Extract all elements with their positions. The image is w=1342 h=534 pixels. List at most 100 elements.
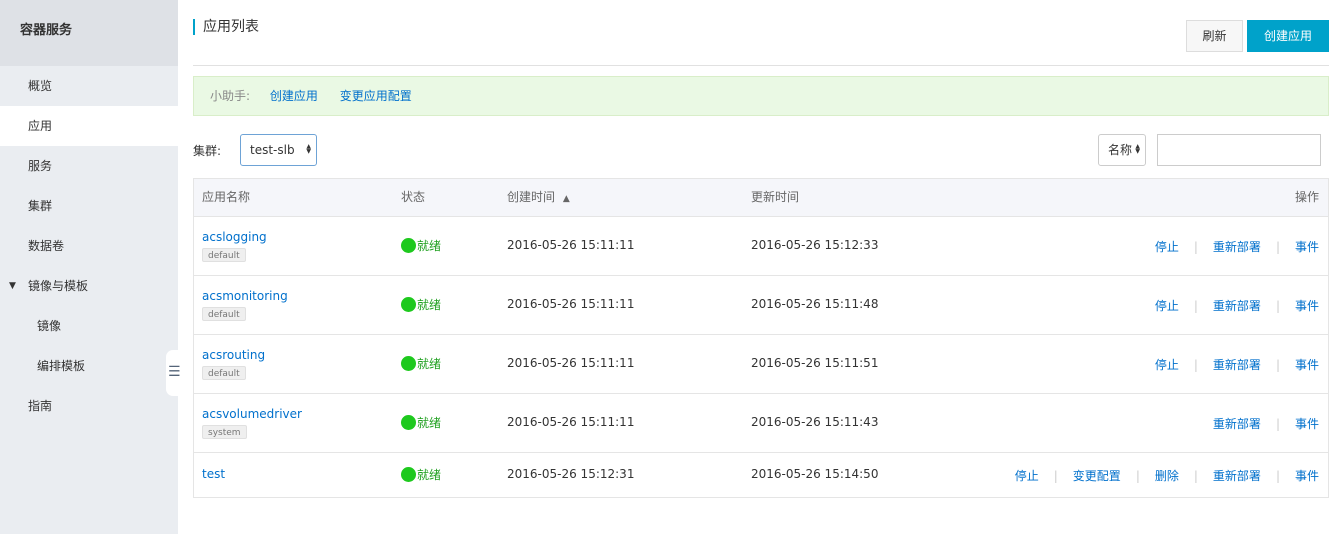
sidebar-item-services[interactable]: 服务	[0, 146, 178, 186]
namespace-tag: default	[202, 366, 246, 380]
stop-link[interactable]: 停止	[1155, 297, 1179, 314]
created-time: 2016-05-26 15:11:11	[507, 297, 635, 311]
sidebar: 容器服务 概览 应用 服务 集群 数据卷 ▼ 镜像与模板 镜像 编排模板 指南	[0, 0, 178, 534]
column-header-ops: 操作	[1294, 190, 1319, 204]
refresh-button[interactable]: 刷新	[1186, 20, 1243, 52]
events-link[interactable]: 事件	[1295, 356, 1319, 373]
main-content: 应用列表 刷新 创建应用 小助手: 创建应用 变更应用配置 集群: test-s…	[193, 0, 1329, 534]
updated-time: 2016-05-26 15:11:43	[751, 415, 879, 429]
sidebar-item-overview[interactable]: 概览	[0, 66, 178, 106]
status-ready-icon	[401, 415, 416, 430]
stop-link[interactable]: 停止	[1015, 467, 1039, 484]
app-name-link[interactable]: test	[202, 467, 225, 481]
sidebar-item-label: 指南	[28, 399, 53, 413]
sidebar-item-applications[interactable]: 应用	[0, 106, 178, 146]
create-application-button[interactable]: 创建应用	[1247, 20, 1329, 52]
helper-label: 小助手:	[210, 89, 251, 103]
sidebar-item-guide[interactable]: 指南	[0, 386, 178, 426]
app-name-link[interactable]: acsrouting	[202, 348, 265, 362]
redeploy-link[interactable]: 重新部署	[1213, 297, 1261, 314]
status-badge: 就绪	[401, 466, 441, 483]
sidebar-item-clusters[interactable]: 集群	[0, 186, 178, 226]
separator: |	[1275, 298, 1280, 313]
sidebar-item-label: 镜像	[37, 319, 62, 333]
sort-ascending-icon: ▲	[562, 194, 570, 204]
status-ready-icon	[401, 356, 416, 371]
column-header-status: 状态	[401, 190, 426, 204]
updated-time: 2016-05-26 15:11:48	[751, 297, 879, 311]
search-input[interactable]	[1157, 134, 1321, 166]
updated-time: 2016-05-26 15:12:33	[751, 238, 879, 252]
sidebar-item-label: 概览	[28, 79, 53, 93]
helper-change-config-link[interactable]: 变更应用配置	[340, 89, 412, 103]
created-time: 2016-05-26 15:11:11	[507, 356, 635, 370]
status-text: 就绪	[417, 416, 442, 430]
select-arrows-icon: ▲ ▼	[1135, 143, 1140, 155]
row-actions: 停止 | 重新部署 | 事件	[1155, 238, 1319, 255]
sidebar-item-volumes[interactable]: 数据卷	[0, 226, 178, 266]
row-actions: 停止 | 重新部署 | 事件	[1155, 297, 1319, 314]
sidebar-item-label: 集群	[28, 199, 53, 213]
change-config-link[interactable]: 变更配置	[1073, 467, 1121, 484]
cluster-select-value: test-slb	[250, 143, 295, 157]
status-text: 就绪	[417, 357, 442, 371]
helper-create-link[interactable]: 创建应用	[270, 89, 318, 103]
menu-collapse-icon: ☰	[168, 364, 181, 380]
page-title: 应用列表	[193, 19, 259, 35]
redeploy-link[interactable]: 重新部署	[1213, 238, 1261, 255]
sidebar-item-images-templates[interactable]: ▼ 镜像与模板	[0, 266, 178, 306]
separator: |	[1135, 468, 1140, 483]
status-text: 就绪	[417, 298, 442, 312]
sidebar-item-orchestration-templates[interactable]: 编排模板	[0, 346, 178, 386]
sidebar-item-label: 应用	[28, 119, 53, 133]
sidebar-item-images[interactable]: 镜像	[0, 306, 178, 346]
redeploy-link[interactable]: 重新部署	[1213, 356, 1261, 373]
sidebar-title: 容器服务	[0, 0, 178, 66]
app-name-link[interactable]: acslogging	[202, 230, 267, 244]
column-header-updated: 更新时间	[751, 190, 800, 204]
cluster-select[interactable]: test-slb ▲ ▼	[240, 134, 317, 166]
separator: |	[1193, 357, 1198, 372]
status-badge: 就绪	[401, 414, 441, 431]
events-link[interactable]: 事件	[1295, 467, 1319, 484]
app-name-link[interactable]: acsmonitoring	[202, 289, 288, 303]
redeploy-link[interactable]: 重新部署	[1213, 415, 1261, 432]
sidebar-item-label: 镜像与模板	[28, 279, 89, 293]
row-actions: 停止 | 重新部署 | 事件	[1155, 356, 1319, 373]
helper-bar: 小助手: 创建应用 变更应用配置	[193, 76, 1329, 116]
cluster-label: 集群:	[193, 144, 222, 158]
separator: |	[1275, 357, 1280, 372]
sidebar-item-label: 编排模板	[37, 359, 86, 373]
delete-link[interactable]: 删除	[1155, 467, 1179, 484]
column-header-created[interactable]: 创建时间 ▲	[507, 179, 570, 218]
sidebar-collapse-handle[interactable]: ☰	[166, 350, 181, 396]
created-time: 2016-05-26 15:12:31	[507, 467, 635, 481]
status-text: 就绪	[417, 468, 442, 482]
stop-link[interactable]: 停止	[1155, 238, 1179, 255]
title-divider	[193, 65, 1329, 66]
separator: |	[1193, 298, 1198, 313]
created-time: 2016-05-26 15:11:11	[507, 238, 635, 252]
separator: |	[1193, 468, 1198, 483]
select-arrows-icon: ▲ ▼	[306, 143, 311, 155]
status-ready-icon	[401, 467, 416, 482]
separator: |	[1275, 239, 1280, 254]
events-link[interactable]: 事件	[1295, 238, 1319, 255]
search-field-select[interactable]: 名称 ▲ ▼	[1098, 134, 1146, 166]
separator: |	[1193, 239, 1198, 254]
caret-down-icon: ▼	[9, 281, 16, 291]
namespace-tag: default	[202, 307, 246, 321]
separator: |	[1053, 468, 1058, 483]
events-link[interactable]: 事件	[1295, 415, 1319, 432]
row-actions: 重新部署 | 事件	[1213, 415, 1319, 432]
stop-link[interactable]: 停止	[1155, 356, 1179, 373]
table-row: acslogging default 就绪 2016-05-26 15:11:1…	[194, 217, 1328, 276]
status-ready-icon	[401, 297, 416, 312]
status-badge: 就绪	[401, 237, 441, 254]
table-header: 应用名称 状态 创建时间 ▲ 更新时间 操作	[194, 179, 1328, 217]
redeploy-link[interactable]: 重新部署	[1213, 467, 1261, 484]
events-link[interactable]: 事件	[1295, 297, 1319, 314]
namespace-tag: default	[202, 248, 246, 262]
table-row: acsrouting default 就绪 2016-05-26 15:11:1…	[194, 335, 1328, 394]
app-name-link[interactable]: acsvolumedriver	[202, 407, 302, 421]
